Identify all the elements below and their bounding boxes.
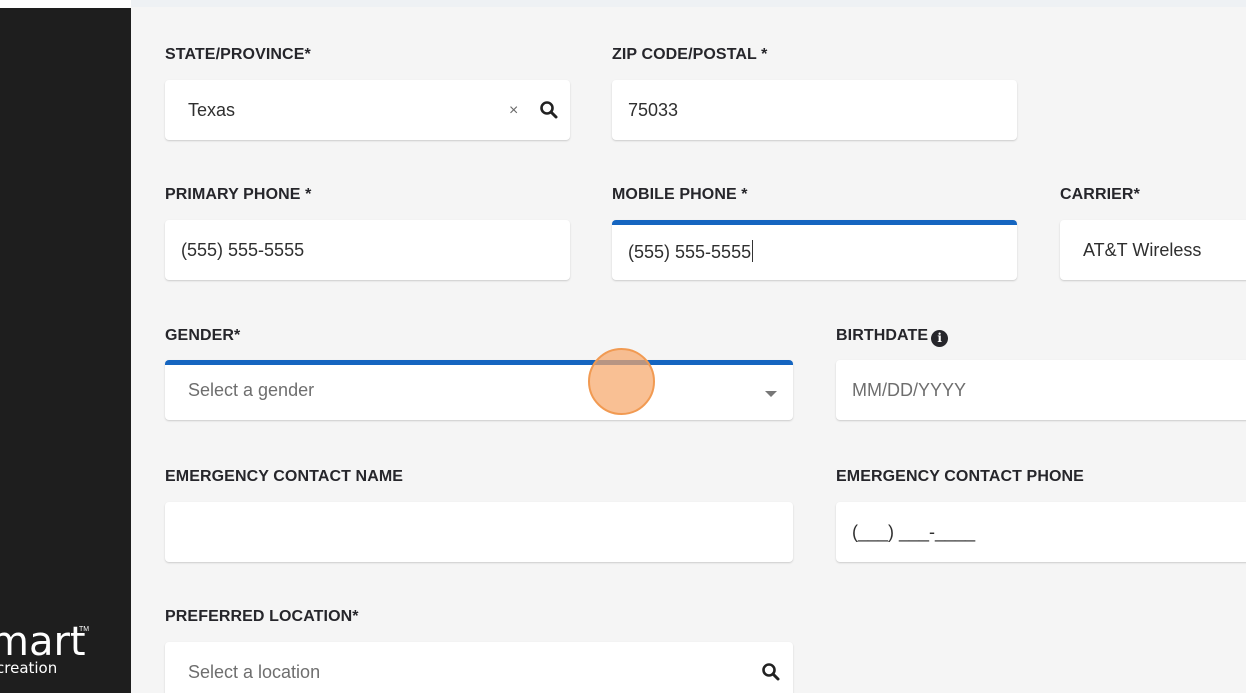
brand-subtitle: creation xyxy=(0,659,58,677)
emergency-phone-mask: (___) ___-____ xyxy=(852,522,976,542)
search-icon[interactable] xyxy=(761,662,781,682)
state-value: Texas xyxy=(188,100,236,120)
primary-phone-field[interactable]: (555) 555-5555 xyxy=(165,220,570,280)
mobile-phone-value: (555) 555-5555 xyxy=(628,242,752,262)
emergency-name-field[interactable] xyxy=(165,502,793,562)
carrier-select[interactable]: AT&T Wireless xyxy=(1060,220,1246,280)
preferred-location-placeholder: Select a location xyxy=(188,662,321,682)
mobile-phone-label: MOBILE PHONE * xyxy=(612,186,748,203)
brand-trademark: TM xyxy=(79,626,90,633)
clear-icon[interactable]: × xyxy=(509,102,518,120)
carrier-label: CARRIER* xyxy=(1060,186,1140,203)
gender-label: GENDER* xyxy=(165,327,241,344)
chevron-down-icon[interactable] xyxy=(765,391,777,397)
top-bar xyxy=(131,0,1246,7)
zip-value: 75033 xyxy=(628,100,679,120)
gender-select[interactable]: Select a gender xyxy=(165,360,793,420)
zip-label: ZIP CODE/POSTAL * xyxy=(612,46,768,63)
state-field[interactable]: Texas × xyxy=(165,80,570,140)
click-indicator xyxy=(588,348,655,415)
zip-field[interactable]: 75033 xyxy=(612,80,1017,140)
emergency-phone-label: EMERGENCY CONTACT PHONE xyxy=(836,468,1084,485)
sidebar xyxy=(0,0,131,693)
gender-placeholder: Select a gender xyxy=(188,380,315,400)
primary-phone-label: PRIMARY PHONE * xyxy=(165,186,312,203)
birthdate-label-text: BIRTHDATE xyxy=(836,327,929,344)
carrier-value: AT&T Wireless xyxy=(1083,240,1202,260)
state-label: STATE/PROVINCE* xyxy=(165,46,311,63)
brand-logo: mart TM creation xyxy=(0,622,131,682)
preferred-location-label: PREFERRED LOCATION* xyxy=(165,608,359,625)
info-icon[interactable]: i xyxy=(931,330,949,347)
text-cursor xyxy=(752,240,754,262)
mobile-phone-field[interactable]: (555) 555-5555 xyxy=(612,220,1017,280)
brand-word: mart xyxy=(0,622,86,665)
birthdate-label: BIRTHDATE i xyxy=(836,327,949,347)
birthdate-field[interactable]: MM/DD/YYYY xyxy=(836,360,1246,420)
primary-phone-value: (555) 555-5555 xyxy=(181,240,305,260)
emergency-phone-field[interactable]: (___) ___-____ xyxy=(836,502,1246,562)
top-strip xyxy=(0,0,131,8)
search-icon[interactable] xyxy=(539,100,559,120)
preferred-location-field[interactable]: Select a location xyxy=(165,642,793,693)
birthdate-placeholder: MM/DD/YYYY xyxy=(852,380,967,400)
emergency-name-label: EMERGENCY CONTACT NAME xyxy=(165,468,404,485)
